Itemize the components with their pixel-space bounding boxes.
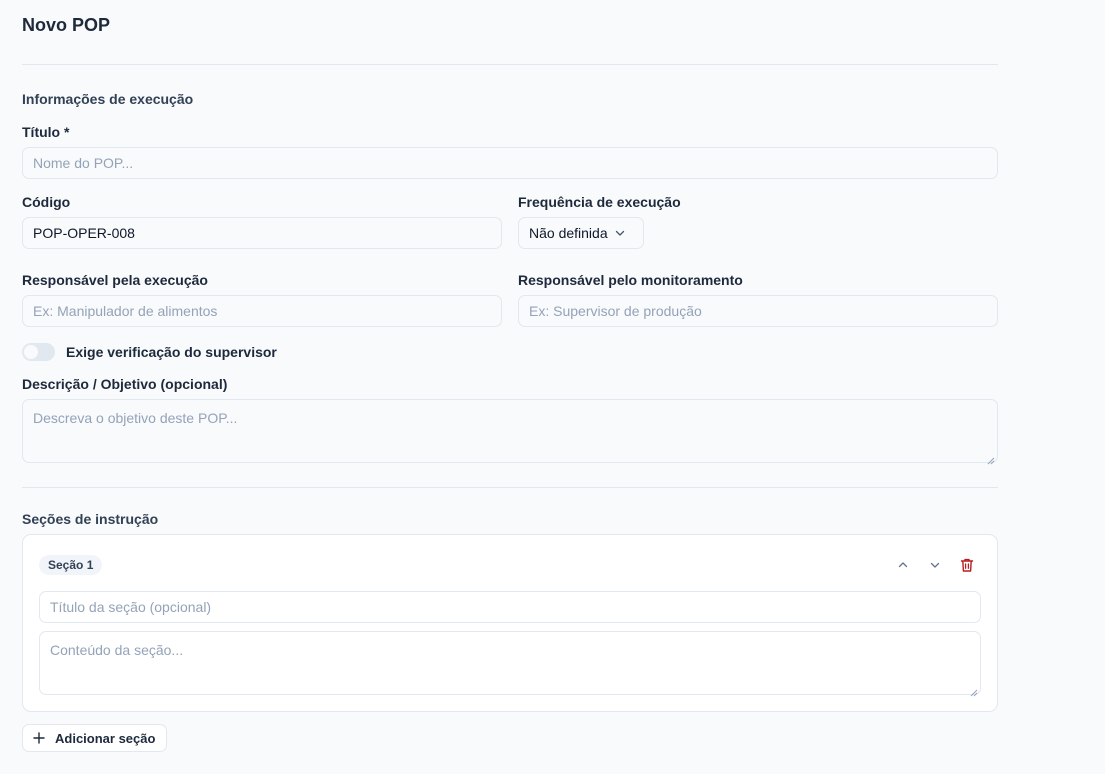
execution-info-heading: Informações de execução [22,91,194,107]
title-input-placeholder: Nome do POP... [33,155,134,171]
code-input-value: POP-OPER-008 [33,225,135,241]
code-label: Código [22,194,71,210]
title-input[interactable]: Nome do POP... [22,147,998,179]
resize-grip-icon[interactable] [970,684,978,697]
monitoring-responsible-input[interactable]: Ex: Supervisor de produção [518,295,998,327]
chevron-down-icon [928,558,942,572]
instruction-section-card: Seção 1 Título da seção (opcional) Conte… [22,534,998,712]
monitoring-responsible-placeholder: Ex: Supervisor de produção [529,303,702,319]
trash-icon [959,557,975,573]
section-title-input[interactable]: Título da seção (opcional) [39,591,981,623]
add-section-button[interactable]: Adicionar seção [22,724,168,752]
frequency-select-value: Não definida [529,225,608,241]
divider [22,64,998,65]
frequency-select[interactable]: Não definida [518,217,644,249]
section-content-placeholder: Conteúdo da seção... [50,642,184,658]
move-section-down-button[interactable] [925,555,945,575]
supervisor-verification-label: Exige verificação do supervisor [66,344,277,360]
description-textarea[interactable]: Descreva o objetivo deste POP... [22,399,998,465]
execution-responsible-input[interactable]: Ex: Manipulador de alimentos [22,295,502,327]
monitoring-responsible-label: Responsável pelo monitoramento [518,272,743,288]
execution-responsible-label: Responsável pela execução [22,272,208,288]
page-title: Novo POP [22,15,111,35]
move-section-up-button[interactable] [893,555,913,575]
execution-responsible-placeholder: Ex: Manipulador de alimentos [33,303,218,319]
add-section-label: Adicionar seção [55,730,156,746]
delete-section-button[interactable] [957,555,977,575]
instruction-sections-heading: Seções de instrução [22,511,159,527]
supervisor-verification-toggle[interactable] [22,343,55,361]
section-badge: Seção 1 [39,555,103,575]
resize-grip-icon[interactable] [987,452,995,465]
chevron-up-icon [896,558,910,572]
plus-icon [33,732,45,744]
description-label: Descrição / Objetivo (opcional) [22,376,228,392]
chevron-down-icon [614,227,626,239]
section-content-textarea[interactable]: Conteúdo da seção... [39,631,981,697]
section-title-placeholder: Título da seção (opcional) [50,599,212,615]
code-input[interactable]: POP-OPER-008 [22,217,502,249]
title-label: Título * [22,124,70,140]
frequency-label: Frequência de execução [518,194,681,210]
description-placeholder: Descreva o objetivo deste POP... [33,410,238,426]
divider [22,487,998,488]
toggle-knob [24,345,38,359]
